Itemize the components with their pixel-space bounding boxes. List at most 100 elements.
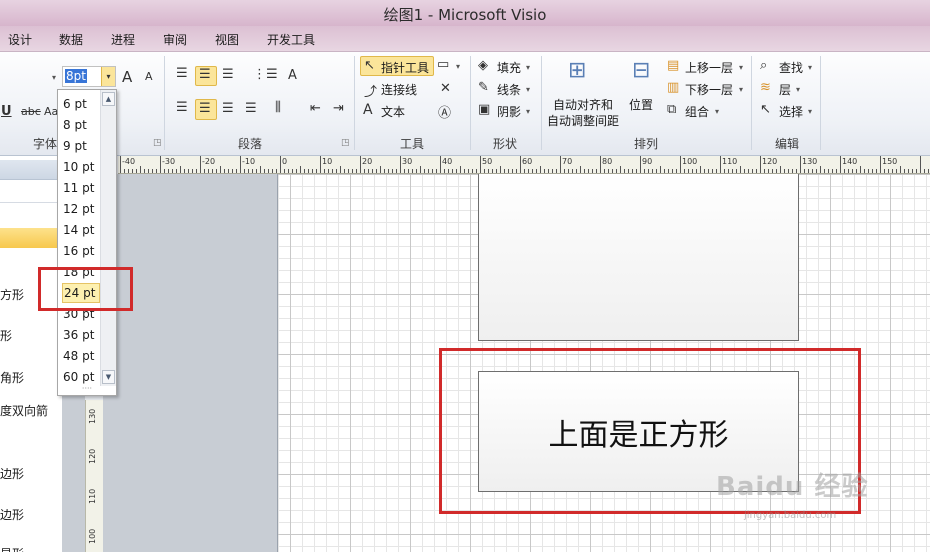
strikethrough-icon[interactable]: abc — [21, 105, 41, 118]
font-size-option[interactable]: 11 pt — [62, 178, 100, 198]
position-button[interactable]: 位置 — [629, 96, 653, 113]
h-ruler-tick — [464, 169, 465, 173]
shape-item[interactable]: 角形 — [0, 369, 24, 386]
shape-item[interactable]: 方形 — [0, 286, 24, 303]
tab-process[interactable]: 进程 — [111, 31, 135, 48]
auto-align-label-2[interactable]: 自动调整间距 — [547, 112, 619, 129]
position-icon[interactable]: ⊟ — [632, 58, 650, 83]
line-button[interactable]: 线条 — [497, 81, 521, 98]
panel-splitter[interactable] — [62, 396, 85, 552]
h-ruler-tick — [512, 169, 513, 173]
rectangle-dropdown-arrow[interactable]: ▾ — [456, 62, 460, 71]
h-ruler-tick — [764, 169, 765, 173]
scroll-down-icon[interactable]: ▼ — [102, 370, 115, 384]
font-size-combo[interactable]: 8pt ▾ — [62, 66, 116, 87]
font-size-option[interactable]: 14 pt — [62, 220, 100, 240]
tab-review[interactable]: 审阅 — [163, 31, 187, 48]
shadow-dropdown-arrow[interactable]: ▾ — [526, 107, 530, 116]
h-ruler-label: 40 — [442, 157, 453, 166]
h-ruler-tick — [624, 169, 625, 173]
shrink-font-icon[interactable]: A — [145, 70, 153, 83]
font-size-option[interactable]: 48 pt — [62, 346, 100, 366]
text-direction-icon[interactable]: A — [288, 68, 297, 83]
auto-align-icon[interactable]: ⊞ — [568, 58, 586, 83]
font-dialog-launcher-icon[interactable]: ◳ — [153, 138, 162, 148]
connector-tool-button[interactable]: 连接线 — [381, 81, 417, 98]
text-tool-button[interactable]: 文本 — [381, 103, 405, 120]
send-backward-button[interactable]: 下移一层 — [685, 81, 733, 98]
scroll-up-icon[interactable]: ▲ — [102, 92, 115, 106]
h-ruler-tick — [432, 169, 433, 173]
h-ruler-tick — [356, 169, 357, 173]
group-divider — [541, 56, 542, 150]
h-ruler-tick — [492, 169, 493, 173]
group-divider — [820, 56, 821, 150]
h-ruler-tick — [224, 169, 225, 173]
align-bottom-icon[interactable]: ☰ — [222, 67, 234, 82]
shape-item[interactable]: 度双向箭 — [0, 402, 48, 419]
h-ruler-tick — [696, 169, 697, 173]
fill-dropdown-arrow[interactable]: ▾ — [526, 63, 530, 72]
h-ruler-tick — [352, 169, 353, 173]
shape-item[interactable]: 星形 — [0, 545, 24, 552]
decrease-indent-icon[interactable]: ⇤ — [310, 101, 321, 116]
font-size-option[interactable]: 36 pt — [62, 325, 100, 345]
line-dropdown-arrow[interactable]: ▾ — [526, 85, 530, 94]
stencil-title-highlighted[interactable] — [0, 228, 62, 248]
h-ruler-tick — [424, 169, 425, 173]
shapes-panel-header[interactable] — [0, 160, 62, 180]
group-dropdown-arrow[interactable]: ▾ — [715, 107, 719, 116]
font-size-input[interactable]: 8pt — [65, 69, 87, 83]
font-size-option[interactable]: 10 pt — [62, 157, 100, 177]
font-name-dropdown-arrow[interactable]: ▾ — [52, 73, 56, 82]
layer-dropdown-arrow[interactable]: ▾ — [796, 85, 800, 94]
select-dropdown-arrow[interactable]: ▾ — [808, 107, 812, 116]
text-block-icon[interactable]: Ⓐ — [438, 102, 451, 121]
select-button[interactable]: 选择 — [779, 103, 803, 120]
increase-indent-icon[interactable]: ⇥ — [333, 101, 344, 116]
shape-item[interactable]: 边形 — [0, 465, 24, 482]
group-button[interactable]: 组合 — [685, 103, 709, 120]
watermark-brand: Baidu 经验 — [716, 472, 869, 502]
pointer-icon: ↖ — [364, 58, 375, 73]
font-size-option[interactable]: 12 pt — [62, 199, 100, 219]
bullets-icon[interactable]: ⋮☰ — [253, 67, 278, 82]
font-size-dropdown-arrow[interactable]: ▾ — [101, 67, 115, 86]
shape-item[interactable]: 形 — [0, 327, 12, 344]
align-right-icon[interactable]: ☰ — [222, 101, 234, 116]
justify-icon[interactable]: ☰ — [245, 101, 257, 116]
font-size-option[interactable]: 60 pt — [62, 367, 100, 387]
font-size-option[interactable]: 8 pt — [62, 115, 100, 135]
paragraph-dialog-launcher-icon[interactable]: ◳ — [341, 138, 350, 148]
bring-forward-button[interactable]: 上移一层 — [685, 59, 733, 76]
font-size-option[interactable]: 16 pt — [62, 241, 100, 261]
h-ruler-tick — [500, 166, 501, 173]
underline-icon[interactable]: U — [1, 104, 12, 119]
find-button[interactable]: 查找 — [779, 59, 803, 76]
align-left-icon[interactable]: ☰ — [176, 100, 188, 115]
font-size-option[interactable]: 6 pt — [62, 94, 100, 114]
dropdown-scrollbar[interactable]: ▲ ▼ — [100, 90, 116, 386]
bring-forward-dropdown-arrow[interactable]: ▾ — [739, 63, 743, 72]
auto-align-label-1[interactable]: 自动对齐和 — [553, 96, 613, 113]
square-shape[interactable] — [478, 174, 799, 341]
tab-developer[interactable]: 开发工具 — [267, 31, 315, 48]
send-backward-dropdown-arrow[interactable]: ▾ — [739, 85, 743, 94]
h-ruler-tick — [736, 169, 737, 173]
tab-data[interactable]: 数据 — [59, 31, 83, 48]
resize-grip-icon[interactable]: ···· — [58, 385, 116, 395]
ribbon-tabs: 设计 数据 进程 审阅 视图 开发工具 — [0, 26, 930, 52]
layer-button[interactable]: 层 — [779, 81, 791, 98]
grow-font-icon[interactable]: A — [122, 68, 132, 86]
fill-button[interactable]: 填充 — [497, 59, 521, 76]
distribute-icon[interactable]: ⫼ — [275, 100, 281, 115]
find-dropdown-arrow[interactable]: ▾ — [808, 63, 812, 72]
rectangle-tool-icon[interactable]: ▭ — [437, 57, 449, 72]
tab-design[interactable]: 设计 — [8, 31, 32, 48]
shape-item[interactable]: 边形 — [0, 506, 24, 523]
tab-view[interactable]: 视图 — [215, 31, 239, 48]
close-icon[interactable]: ✕ — [440, 81, 451, 96]
align-top-icon[interactable]: ☰ — [176, 66, 188, 81]
shadow-button[interactable]: 阴影 — [497, 103, 521, 120]
font-size-option[interactable]: 9 pt — [62, 136, 100, 156]
